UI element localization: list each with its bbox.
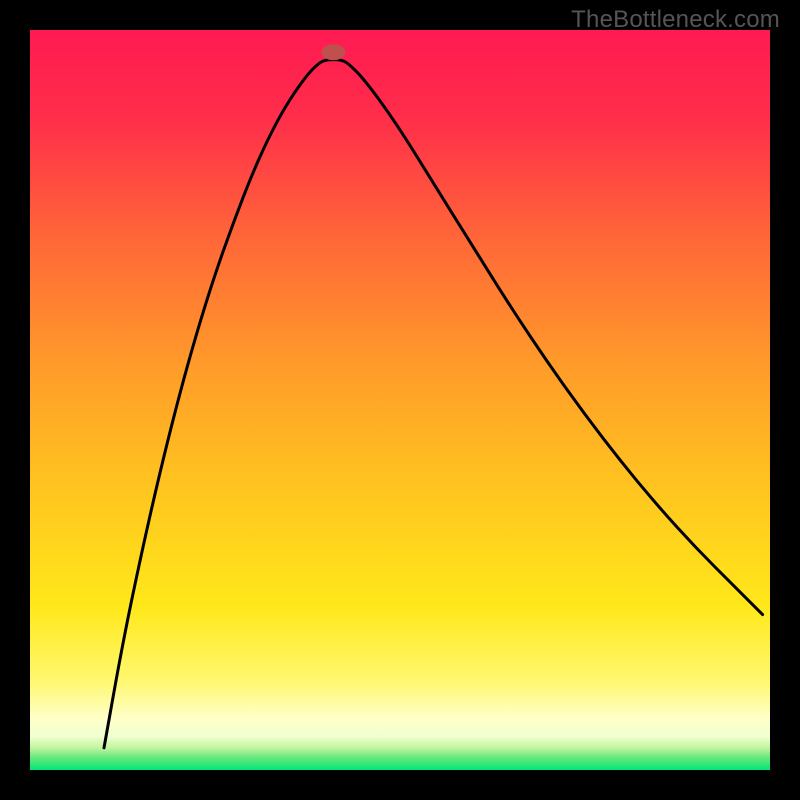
chart-container: TheBottleneck.com: [0, 0, 800, 800]
plot-area: [30, 30, 770, 770]
bottleneck-chart: [0, 0, 800, 800]
watermark-text: TheBottleneck.com: [571, 6, 780, 34]
optimum-marker: [321, 44, 345, 60]
